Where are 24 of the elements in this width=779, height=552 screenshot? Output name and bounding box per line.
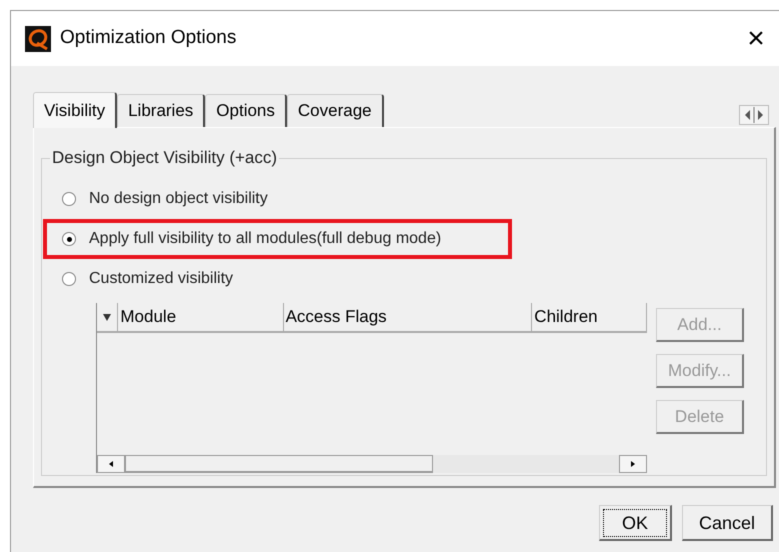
dialog-button[interactable]: OK: [598, 505, 672, 541]
radio-label: Apply full visibility to all modules(full debug mode): [89, 229, 442, 249]
scroll-thumb[interactable]: [125, 455, 433, 473]
tab[interactable]: Coverage: [286, 94, 384, 127]
radio-button[interactable]: [62, 232, 76, 246]
tab[interactable]: Options: [205, 94, 287, 127]
close-button[interactable]: ×: [741, 24, 771, 54]
column-header[interactable]: Children: [532, 303, 648, 331]
radio-button[interactable]: [62, 272, 76, 286]
horizontal-scrollbar[interactable]: [97, 455, 647, 473]
radio-label: No design object visibility: [89, 189, 268, 209]
tab[interactable]: Libraries: [117, 94, 206, 127]
scroll-right-icon[interactable]: [619, 455, 647, 473]
tab-scroll-arrows-icon[interactable]: [739, 105, 769, 125]
radio-label: Customized visibility: [89, 269, 234, 289]
dialog-button[interactable]: Cancel: [682, 505, 773, 541]
group-title: Design Object Visibility (+acc): [50, 148, 280, 168]
sort-arrow-icon[interactable]: [102, 312, 112, 322]
radio-button[interactable]: [62, 192, 76, 206]
column-header[interactable]: Module: [118, 303, 284, 331]
window-title: Optimization Options: [60, 26, 236, 50]
tab[interactable]: Visibility: [33, 92, 118, 128]
app-logo-icon: [25, 26, 51, 52]
column-header[interactable]: Access Flags: [284, 303, 532, 331]
